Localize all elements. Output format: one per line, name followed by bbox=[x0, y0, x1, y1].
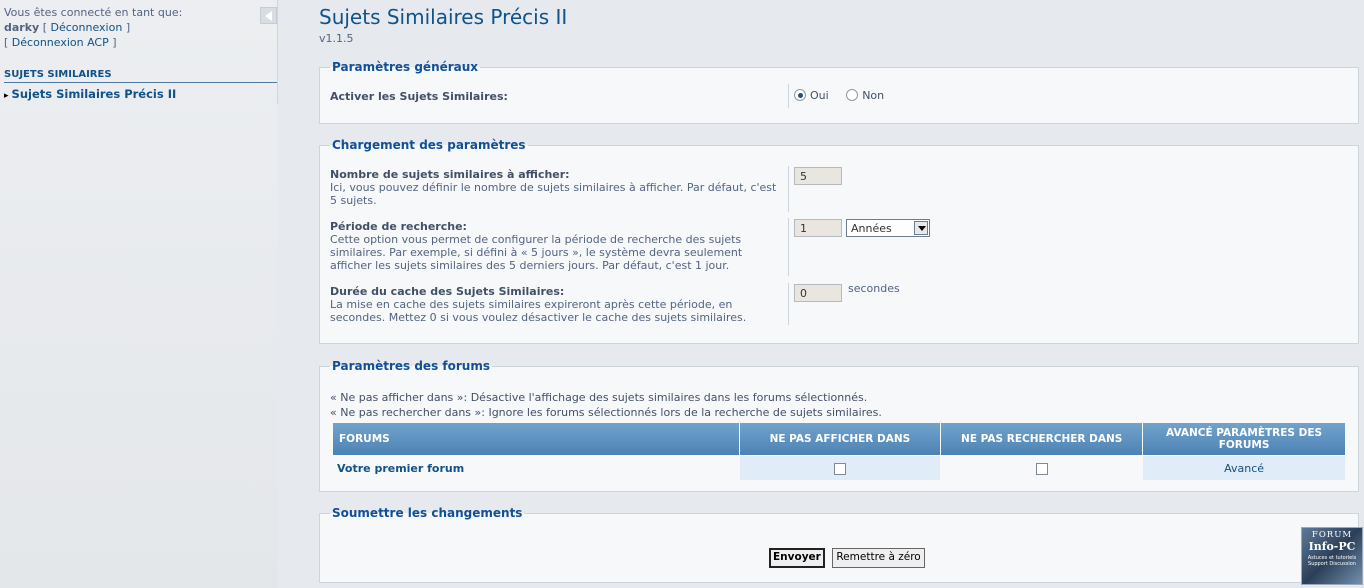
period-unit-select[interactable]: Années bbox=[846, 219, 930, 237]
column-header: NE PAS AFFICHER DANS bbox=[739, 423, 941, 455]
cache-unit: secondes bbox=[848, 282, 900, 295]
forum-info-pc-logo: FORUM Info-PC Astuces et tutoriels Suppo… bbox=[1301, 527, 1363, 585]
chevron-down-icon bbox=[914, 221, 928, 235]
forums-settings-panel: Paramètres des forums « Ne pas afficher … bbox=[319, 359, 1359, 492]
no-radio[interactable] bbox=[846, 89, 859, 101]
period-unit-value: Années bbox=[851, 222, 892, 235]
column-header: AVANCÉ PARAMÈTRES DES FORUMS bbox=[1143, 423, 1345, 455]
menu-item-label: Sujets Similaires Précis II bbox=[11, 87, 177, 101]
column-header: FORUMS bbox=[333, 423, 739, 455]
period-title: Période de recherche: bbox=[330, 220, 467, 233]
count-input[interactable]: 5 bbox=[794, 167, 842, 185]
menu-header: SUJETS SIMILAIRES bbox=[4, 69, 277, 83]
forums-note-exclude: « Ne pas rechercher dans »: Ignore les f… bbox=[330, 406, 882, 419]
no-label: Non bbox=[862, 88, 885, 102]
logo-line-3: Astuces et tutoriels Support Discussion bbox=[1307, 555, 1357, 567]
cache-desc: La mise en cache des sujets similaires e… bbox=[330, 298, 747, 324]
separator bbox=[788, 218, 789, 276]
cache-title: Durée du cache des Sujets Similaires: bbox=[330, 285, 565, 298]
loading-legend: Chargement des paramètres bbox=[330, 138, 528, 152]
page-title: Sujets Similaires Précis II bbox=[319, 5, 568, 29]
forums-legend: Paramètres des forums bbox=[330, 359, 492, 373]
exclude-checkbox[interactable] bbox=[1035, 462, 1048, 475]
separator bbox=[788, 84, 789, 108]
collapse-sidebar-button[interactable] bbox=[260, 7, 277, 24]
general-settings-panel: Paramètres généraux Activer les Sujets S… bbox=[319, 60, 1359, 124]
forums-table: FORUMS NE PAS AFFICHER DANS NE PAS RECHE… bbox=[332, 422, 1346, 481]
general-legend: Paramètres généraux bbox=[330, 60, 481, 74]
advanced-link[interactable]: Avancé bbox=[1224, 462, 1264, 475]
bracket-open: [ bbox=[4, 36, 9, 49]
submit-legend: Soumettre les changements bbox=[330, 506, 525, 520]
logo-line-1: FORUM bbox=[1311, 530, 1353, 540]
loading-settings-panel: Chargement des paramètres Nombre de suje… bbox=[319, 138, 1359, 344]
submit-panel: Soumettre les changements Envoyer Remett… bbox=[319, 506, 1359, 583]
separator bbox=[788, 166, 789, 212]
logged-in-text: Vous êtes connecté en tant que: bbox=[4, 6, 183, 19]
bracket-close: ] bbox=[112, 36, 117, 49]
submit-button[interactable]: Envoyer bbox=[769, 548, 825, 568]
sidebar-divider bbox=[277, 0, 278, 104]
column-header: NE PAS RECHERCHER DANS bbox=[941, 423, 1143, 455]
forum-name: Votre premier forum bbox=[333, 456, 739, 480]
acp-logout-link[interactable]: Déconnexion ACP bbox=[12, 36, 109, 49]
count-desc: Ici, vous pouvez définir le nombre de su… bbox=[330, 181, 777, 207]
forums-note-hide: « Ne pas afficher dans »: Désactive l'af… bbox=[330, 391, 868, 404]
user-info: Vous êtes connecté en tant que: darky [ … bbox=[4, 5, 182, 50]
logout-link[interactable]: Déconnexion bbox=[51, 21, 123, 34]
username: darky bbox=[4, 21, 40, 34]
period-input[interactable]: 1 bbox=[794, 219, 842, 237]
version: v1.1.5 bbox=[319, 32, 354, 45]
separator bbox=[788, 283, 789, 325]
cache-input[interactable]: 0 bbox=[794, 284, 842, 302]
period-desc: Cette option vous permet de configurer l… bbox=[330, 233, 743, 272]
table-row: Votre premier forum Avancé bbox=[333, 456, 1345, 480]
logo-line-2: Info-PC bbox=[1308, 540, 1356, 553]
bracket-close: ] bbox=[125, 21, 131, 34]
reset-button[interactable]: Remettre à zéro bbox=[832, 548, 925, 568]
menu-item-sujets-similaires[interactable]: ▸ Sujets Similaires Précis II bbox=[4, 87, 176, 101]
sidebar: Vous êtes connecté en tant que: darky [ … bbox=[0, 0, 278, 588]
enable-label: Activer les Sujets Similaires: bbox=[330, 90, 508, 103]
count-title: Nombre de sujets similaires à afficher: bbox=[330, 168, 570, 181]
yes-radio[interactable] bbox=[794, 89, 806, 101]
bullet-icon: ▸ bbox=[4, 91, 9, 101]
bracket-open: [ bbox=[42, 21, 48, 34]
yes-label: Oui bbox=[810, 88, 829, 102]
hide-checkbox[interactable] bbox=[833, 462, 846, 475]
